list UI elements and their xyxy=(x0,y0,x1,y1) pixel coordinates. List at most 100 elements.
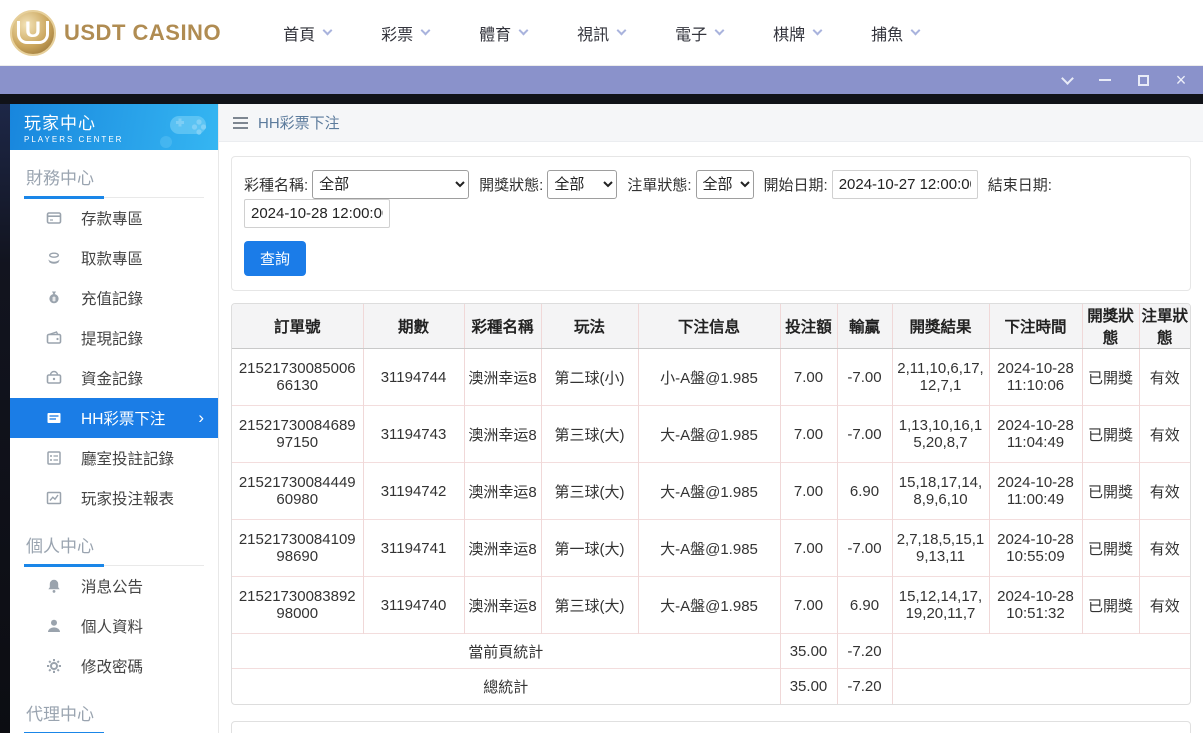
nav-item-0[interactable]: 首頁 xyxy=(283,21,331,45)
search-button[interactable]: 查詢 xyxy=(244,241,306,276)
lottery-bets-icon xyxy=(46,410,63,427)
sidebar-item-label: 消息公告 xyxy=(81,575,143,597)
chevron-down-icon xyxy=(715,26,725,36)
bet-info-cell: 小-A盤@1.985 xyxy=(638,349,780,406)
window-maximize-icon[interactable] xyxy=(1135,72,1151,88)
section-title: 財務中心 xyxy=(24,150,204,198)
sidebar-item-HH彩票下注[interactable]: HH彩票下注 › xyxy=(10,398,218,438)
bets-table: 訂單號期數彩種名稱玩法下注信息投注額輸贏開獎結果下注時間開獎狀態注單狀態 215… xyxy=(232,304,1190,704)
start-date-input[interactable] xyxy=(832,170,978,199)
col-header-win-loss: 輸贏 xyxy=(837,304,892,349)
nav-item-label: 電子 xyxy=(675,21,707,45)
pagination-bar: 每頁顯示20條 共5条 首页 上一页 [1] 下一页 第 页 跳转 xyxy=(231,721,1191,733)
draw-result-cell: 1,13,10,16,15,20,8,7 xyxy=(892,406,989,463)
bet-amount-cell: 7.00 xyxy=(780,349,837,406)
sidebar-item-label: HH彩票下注 xyxy=(81,407,165,429)
order-status-label: 注單狀態: xyxy=(627,174,691,195)
chevron-down-icon xyxy=(421,26,431,36)
bet-time-cell: 2024-10-28 10:51:32 xyxy=(989,577,1082,634)
order-status-select[interactable]: 全部 xyxy=(696,170,754,199)
order-no-cell: 2152173008468997150 xyxy=(232,406,363,463)
sidebar-item-修改密碼[interactable]: 修改密碼 xyxy=(24,646,204,686)
chevron-down-icon xyxy=(323,26,333,36)
order-no-cell: 2152173008500666130 xyxy=(232,349,363,406)
start-date-label: 開始日期: xyxy=(764,174,828,195)
room-bets-list-icon xyxy=(46,450,63,467)
purse-icon xyxy=(46,370,63,387)
nav-item-6[interactable]: 捕魚 xyxy=(871,21,919,45)
chevron-down-icon xyxy=(617,26,627,36)
period-cell: 31194741 xyxy=(363,520,464,577)
sidebar-item-廳室投註記錄[interactable]: 廳室投註記錄 xyxy=(24,438,204,478)
bet-info-cell: 大-A盤@1.985 xyxy=(638,577,780,634)
sidebar-section-2: 代理中心 xyxy=(10,686,218,733)
bets-table-wrap: 訂單號期數彩種名稱玩法下注信息投注額輸贏開獎結果下注時間開獎狀態注單狀態 215… xyxy=(231,303,1191,705)
window-minimize-icon[interactable] xyxy=(1097,72,1113,88)
sidebar-section-0: 財務中心存款專區取款專區充值記錄提現記錄資金記錄 HH彩票下注 › 廳室投註記錄玩家投… xyxy=(10,150,218,518)
col-header-bet-amount: 投注額 xyxy=(780,304,837,349)
nav-item-label: 棋牌 xyxy=(773,21,805,45)
nav-item-2[interactable]: 體育 xyxy=(479,21,527,45)
period-cell: 31194743 xyxy=(363,406,464,463)
col-header-order-no: 訂單號 xyxy=(232,304,363,349)
table-row: 215217300838929800031194740澳洲幸运8第三球(大)大-… xyxy=(232,577,1190,634)
logo-letter: U xyxy=(17,21,49,44)
bell-icon xyxy=(46,578,63,595)
sidebar-item-消息公告[interactable]: 消息公告 xyxy=(24,566,204,606)
sidebar-item-充值記錄[interactable]: 充值記錄 xyxy=(24,278,204,318)
sidebar-item-資金記錄[interactable]: 資金記錄 xyxy=(24,358,204,398)
play-type-cell: 第三球(大) xyxy=(541,577,638,634)
filter-panel: 彩種名稱: 全部 開獎狀態: 全部 注單狀態: 全部 xyxy=(231,156,1191,291)
play-type-cell: 第三球(大) xyxy=(541,463,638,520)
sidebar-item-label: 個人資料 xyxy=(81,615,143,637)
summary-empty-cell xyxy=(892,669,1190,704)
col-header-bet-time: 下注時間 xyxy=(989,304,1082,349)
nav-item-3[interactable]: 視訊 xyxy=(577,21,625,45)
nav-item-4[interactable]: 電子 xyxy=(675,21,723,45)
lottery-name-cell: 澳洲幸运8 xyxy=(464,349,541,406)
user-icon xyxy=(46,618,63,635)
deposit-card-icon xyxy=(46,210,63,227)
col-header-draw-status: 開獎狀態 xyxy=(1082,304,1139,349)
draw-status-label: 開獎狀態: xyxy=(479,174,543,195)
summary-label: 當前頁統計 xyxy=(232,634,780,669)
section-title: 代理中心 xyxy=(24,686,204,733)
menu-toggle-icon[interactable] xyxy=(233,117,248,129)
end-date-input[interactable] xyxy=(244,199,390,228)
bet-amount-cell: 7.00 xyxy=(780,577,837,634)
nav-item-5[interactable]: 棋牌 xyxy=(773,21,821,45)
sidebar-item-取款專區[interactable]: 取款專區 xyxy=(24,238,204,278)
chevron-right-icon: › xyxy=(198,408,204,428)
table-row: 215217300846899715031194743澳洲幸运8第三球(大)大-… xyxy=(232,406,1190,463)
play-type-cell: 第一球(大) xyxy=(541,520,638,577)
end-date-label: 結束日期: xyxy=(988,174,1052,195)
summary-bet-total: 35.00 xyxy=(780,669,837,704)
period-cell: 31194740 xyxy=(363,577,464,634)
bet-amount-cell: 7.00 xyxy=(780,406,837,463)
gamepad-icon xyxy=(156,108,212,148)
sidebar-item-label: 廳室投註記錄 xyxy=(81,447,174,469)
order-no-cell: 2152173008389298000 xyxy=(232,577,363,634)
lottery-name-select[interactable]: 全部 xyxy=(312,170,469,199)
page-title: HH彩票下注 xyxy=(258,112,340,133)
chevron-down-icon xyxy=(519,26,529,36)
nav-item-1[interactable]: 彩票 xyxy=(381,21,429,45)
sidebar-item-label: 資金記錄 xyxy=(81,367,143,389)
sidebar-header: 玩家中心 PLAYERS CENTER xyxy=(10,104,218,150)
bet-time-cell: 2024-10-28 11:00:49 xyxy=(989,463,1082,520)
sidebar-item-玩家投注報表[interactable]: 玩家投注報表 xyxy=(24,478,204,518)
usdt-casino-logo[interactable]: U USDT CASINO xyxy=(10,10,221,56)
draw-status-select[interactable]: 全部 xyxy=(547,170,617,199)
sidebar-item-個人資料[interactable]: 個人資料 xyxy=(24,606,204,646)
moneybag-icon xyxy=(46,290,63,307)
window-collapse-icon[interactable] xyxy=(1059,72,1075,88)
section-title: 個人中心 xyxy=(24,518,204,566)
order-status-cell: 有效 xyxy=(1139,406,1190,463)
draw-status-cell: 已開獎 xyxy=(1082,520,1139,577)
sidebar-item-存款專區[interactable]: 存款專區 xyxy=(24,198,204,238)
col-header-period: 期數 xyxy=(363,304,464,349)
main-nav: 首頁 彩票 體育 視訊 電子 棋牌 捕魚 xyxy=(283,21,919,45)
sidebar-item-提現記錄[interactable]: 提現記錄 xyxy=(24,318,204,358)
window-close-icon[interactable]: × xyxy=(1173,72,1189,88)
nav-item-label: 體育 xyxy=(479,21,511,45)
